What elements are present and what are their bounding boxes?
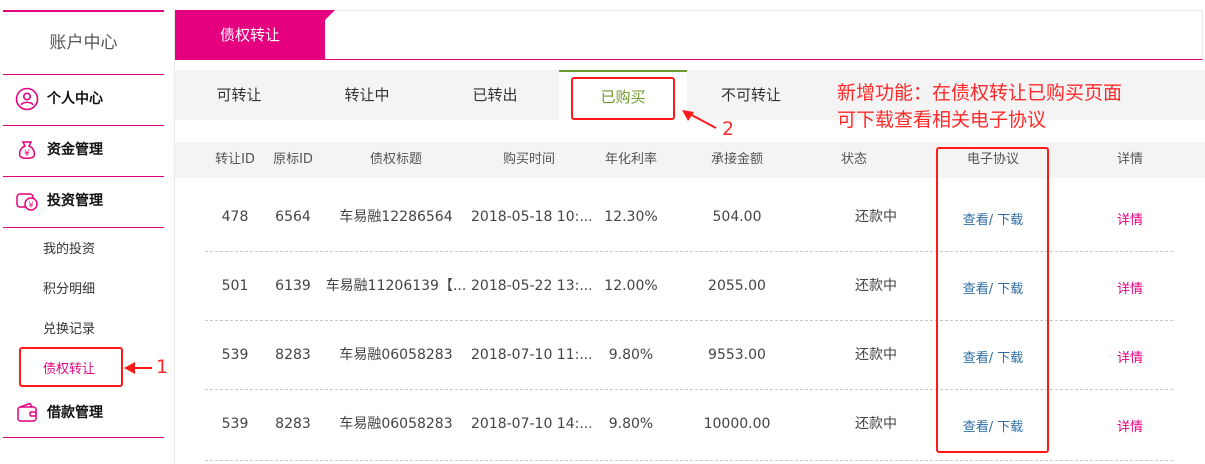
sidebar-item-label: 借款管理 [47, 405, 103, 421]
sidebar-item-label: 个人中心 [47, 91, 103, 107]
subtab-transferring[interactable]: 转让中 [303, 70, 431, 120]
cell-original-id: 8283 [275, 347, 311, 363]
column-header-transfer-id: 转让ID [215, 152, 255, 167]
detail-link[interactable]: 详情 [1075, 183, 1185, 252]
column-header-original-id: 原标ID [273, 152, 313, 167]
cell-annual-rate: 9.80% [608, 347, 654, 363]
annotation-note: 新增功能：在债权转让已购买页面 可下载查看相关电子协议 [837, 80, 1197, 134]
subtab-transferable[interactable]: 可转让 [175, 70, 303, 120]
cell-title: 车易融11206139【... [325, 278, 467, 294]
cell-status: 还款中 [855, 278, 897, 294]
sidebar-subitem-my-investment[interactable]: 我的投资 [43, 240, 95, 260]
annotation-arrow-1 [124, 362, 152, 374]
cell-title: 车易融06058283 [339, 416, 453, 432]
cell-purchase-time: 2018-07-10 14:... [471, 416, 591, 432]
divider [3, 227, 164, 228]
annotation-line-2: 可下载查看相关电子协议 [837, 109, 1047, 131]
divider [3, 437, 164, 438]
tab-notch [325, 10, 335, 20]
cell-original-id: 6139 [275, 278, 311, 294]
column-header-detail: 详情 [1116, 152, 1143, 167]
cell-status: 还款中 [855, 347, 897, 363]
tab-debt-transfer[interactable]: 债权转让 [175, 10, 325, 60]
column-header-status: 状态 [840, 152, 867, 167]
cell-transfer-id: 501 [221, 278, 249, 294]
cell-amount: 2055.00 [708, 278, 766, 294]
svg-text:¥: ¥ [28, 201, 33, 210]
annotation-box-debt-transfer [19, 347, 123, 387]
sidebar-subitem-exchange-record[interactable]: 兑换记录 [43, 320, 95, 340]
sidebar-subitem-points-detail[interactable]: 积分明细 [43, 280, 95, 300]
cell-annual-rate: 12.30% [604, 209, 658, 225]
table-row: 501 6139 车易融11206139【... 2018-05-22 13:.… [175, 252, 1205, 321]
sidebar-item-label: 资金管理 [47, 142, 103, 158]
sidebar-item-fund-management[interactable]: ¥ 资金管理 [3, 125, 164, 175]
column-header-amount: 承接金额 [710, 152, 763, 167]
row-divider [205, 460, 1173, 461]
user-icon [15, 87, 39, 111]
table-row: 539 8283 车易融06058283 2018-07-10 14:... 9… [175, 390, 1205, 461]
cell-transfer-id: 478 [221, 209, 249, 225]
cell-transfer-id: 539 [221, 347, 249, 363]
sidebar-item-investment-management[interactable]: ¥ 投资管理 [3, 176, 164, 226]
cell-purchase-time: 2018-05-18 10:... [471, 209, 591, 225]
sidebar-item-loan-management[interactable]: 借款管理 [3, 388, 164, 438]
annotation-marker-2: 2 [722, 118, 735, 140]
detail-link[interactable]: 详情 [1075, 252, 1185, 321]
annotation-marker-1: 1 [156, 356, 169, 378]
cell-annual-rate: 12.00% [604, 278, 658, 294]
cell-status: 还款中 [855, 209, 897, 225]
cell-original-id: 8283 [275, 416, 311, 432]
cell-amount: 10000.00 [703, 416, 771, 432]
table-row: 539 8283 车易融06058283 2018-07-10 11:... 9… [175, 321, 1205, 390]
column-header-annual-rate: 年化利率 [604, 152, 657, 167]
cell-amount: 504.00 [712, 209, 762, 225]
cell-title: 车易融06058283 [339, 347, 453, 363]
cell-purchase-time: 2018-07-10 11:... [471, 347, 591, 363]
cell-transfer-id: 539 [221, 416, 249, 432]
annotation-box-purchased [571, 77, 675, 120]
wallet-icon [17, 402, 37, 422]
annotation-arrow-2 [682, 110, 717, 129]
cell-purchase-time: 2018-05-22 13:... [471, 278, 591, 294]
detail-link[interactable]: 详情 [1075, 321, 1185, 390]
annotation-line-1: 新增功能：在债权转让已购买页面 [837, 82, 1123, 104]
cell-original-id: 6564 [275, 209, 311, 225]
annotation-box-agreement-column [936, 147, 1049, 453]
table-row: 478 6564 车易融12286564 2018-05-18 10:... 1… [175, 183, 1205, 252]
column-header-purchase-time: 购买时间 [502, 152, 555, 167]
sidebar-item-label: 投资管理 [47, 193, 103, 209]
money-icon: ¥ [18, 141, 36, 159]
subtab-transferred[interactable]: 已转出 [431, 70, 559, 120]
cell-status: 还款中 [855, 416, 897, 432]
invest-icon: ¥ [16, 193, 38, 211]
column-header-title: 债权标题 [369, 152, 422, 167]
sidebar: 账户中心 个人中心 ¥ 资金管理 ¥ 投资管理 我的投资 积分明细 兑换记录 债… [3, 10, 164, 464]
cell-annual-rate: 9.80% [608, 416, 654, 432]
detail-link[interactable]: 详情 [1075, 390, 1185, 459]
sidebar-title: 账户中心 [49, 33, 118, 53]
table-header: 转让ID 原标ID 债权标题 购买时间 年化利率 承接金额 状态 电子协议 详情 [175, 142, 1205, 178]
svg-text:¥: ¥ [24, 149, 30, 159]
cell-title: 车易融12286564 [339, 209, 453, 225]
sidebar-item-personal-center[interactable]: 个人中心 [3, 74, 164, 124]
cell-amount: 9553.00 [708, 347, 766, 363]
